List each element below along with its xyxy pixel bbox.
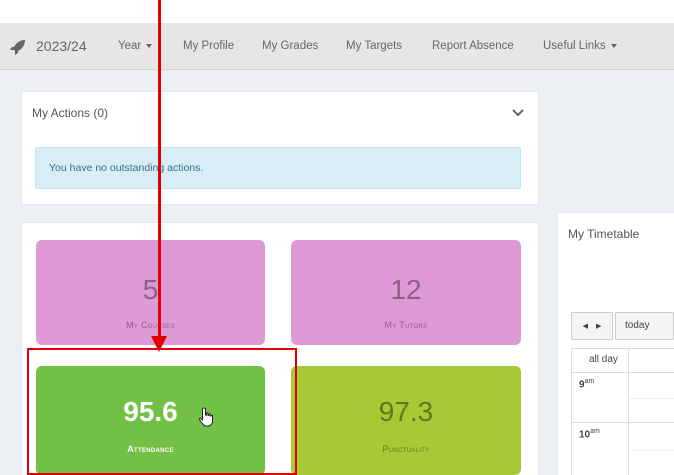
calendar-gridline xyxy=(571,372,674,373)
hour-label: 9am xyxy=(579,378,594,390)
chevron-down-icon[interactable] xyxy=(512,108,524,118)
nav-my-targets[interactable]: My Targets xyxy=(346,23,402,70)
calendar-gridline xyxy=(628,450,674,451)
calendar-prev-next[interactable]: ◀ ▶ xyxy=(571,312,613,340)
top-margin xyxy=(0,0,674,23)
hour-label: 10am xyxy=(579,428,600,440)
hour-number: 10 xyxy=(579,429,591,441)
hour-suffix: am xyxy=(584,378,595,385)
calendar-gridline xyxy=(571,348,674,349)
nav-my-grades[interactable]: My Grades xyxy=(262,23,318,70)
rocket-icon xyxy=(10,40,25,55)
next-icon[interactable]: ▶ xyxy=(596,323,601,330)
alert-message: You have no outstanding actions. xyxy=(49,162,204,174)
calendar-gridline xyxy=(628,398,674,399)
academic-year[interactable]: 2023/24 xyxy=(36,23,87,70)
tile-value: 5 xyxy=(142,274,159,305)
punctuality-tile[interactable]: 97.3 Punctuality xyxy=(291,366,521,475)
tile-label: My Courses xyxy=(126,320,175,330)
hand-cursor-icon xyxy=(198,407,213,427)
calendar-gridline xyxy=(628,348,629,475)
nav-report-absence[interactable]: Report Absence xyxy=(432,23,514,70)
prev-icon[interactable]: ◀ xyxy=(583,323,588,330)
caret-down-icon xyxy=(610,43,617,48)
annotation-arrow-shaft xyxy=(158,0,161,340)
calendar-gridline xyxy=(571,348,572,475)
nav-my-profile[interactable]: My Profile xyxy=(183,23,234,70)
today-button[interactable]: today xyxy=(615,312,674,340)
nav-year-dropdown[interactable]: Year xyxy=(118,23,153,70)
my-actions-title[interactable]: My Actions (0) xyxy=(32,106,108,120)
tile-label: Punctuality xyxy=(382,444,430,454)
no-actions-alert: You have no outstanding actions. xyxy=(35,147,521,189)
my-courses-tile[interactable]: 5 My Courses xyxy=(36,240,265,345)
my-actions-panel: My Actions (0) You have no outstanding a… xyxy=(22,92,538,204)
hour-suffix: am xyxy=(590,428,600,435)
tile-value: 12 xyxy=(390,274,422,305)
my-timetable-panel: My Timetable xyxy=(558,213,674,475)
annotation-highlight-box xyxy=(27,348,297,475)
nav-useful-links-dropdown[interactable]: Useful Links xyxy=(543,23,617,70)
all-day-label: all day xyxy=(589,354,618,365)
top-navbar: 2023/24 Year My Profile My Grades My Tar… xyxy=(0,23,674,70)
my-tutors-tile[interactable]: 12 My Tutors xyxy=(291,240,521,345)
tile-label: My Tutors xyxy=(384,320,428,330)
calendar-gridline xyxy=(571,422,674,423)
nav-label: Year xyxy=(118,40,142,52)
caret-down-icon xyxy=(146,43,153,48)
tile-value: 97.3 xyxy=(378,396,434,427)
my-timetable-title: My Timetable xyxy=(568,227,640,241)
nav-label: Useful Links xyxy=(543,40,606,52)
